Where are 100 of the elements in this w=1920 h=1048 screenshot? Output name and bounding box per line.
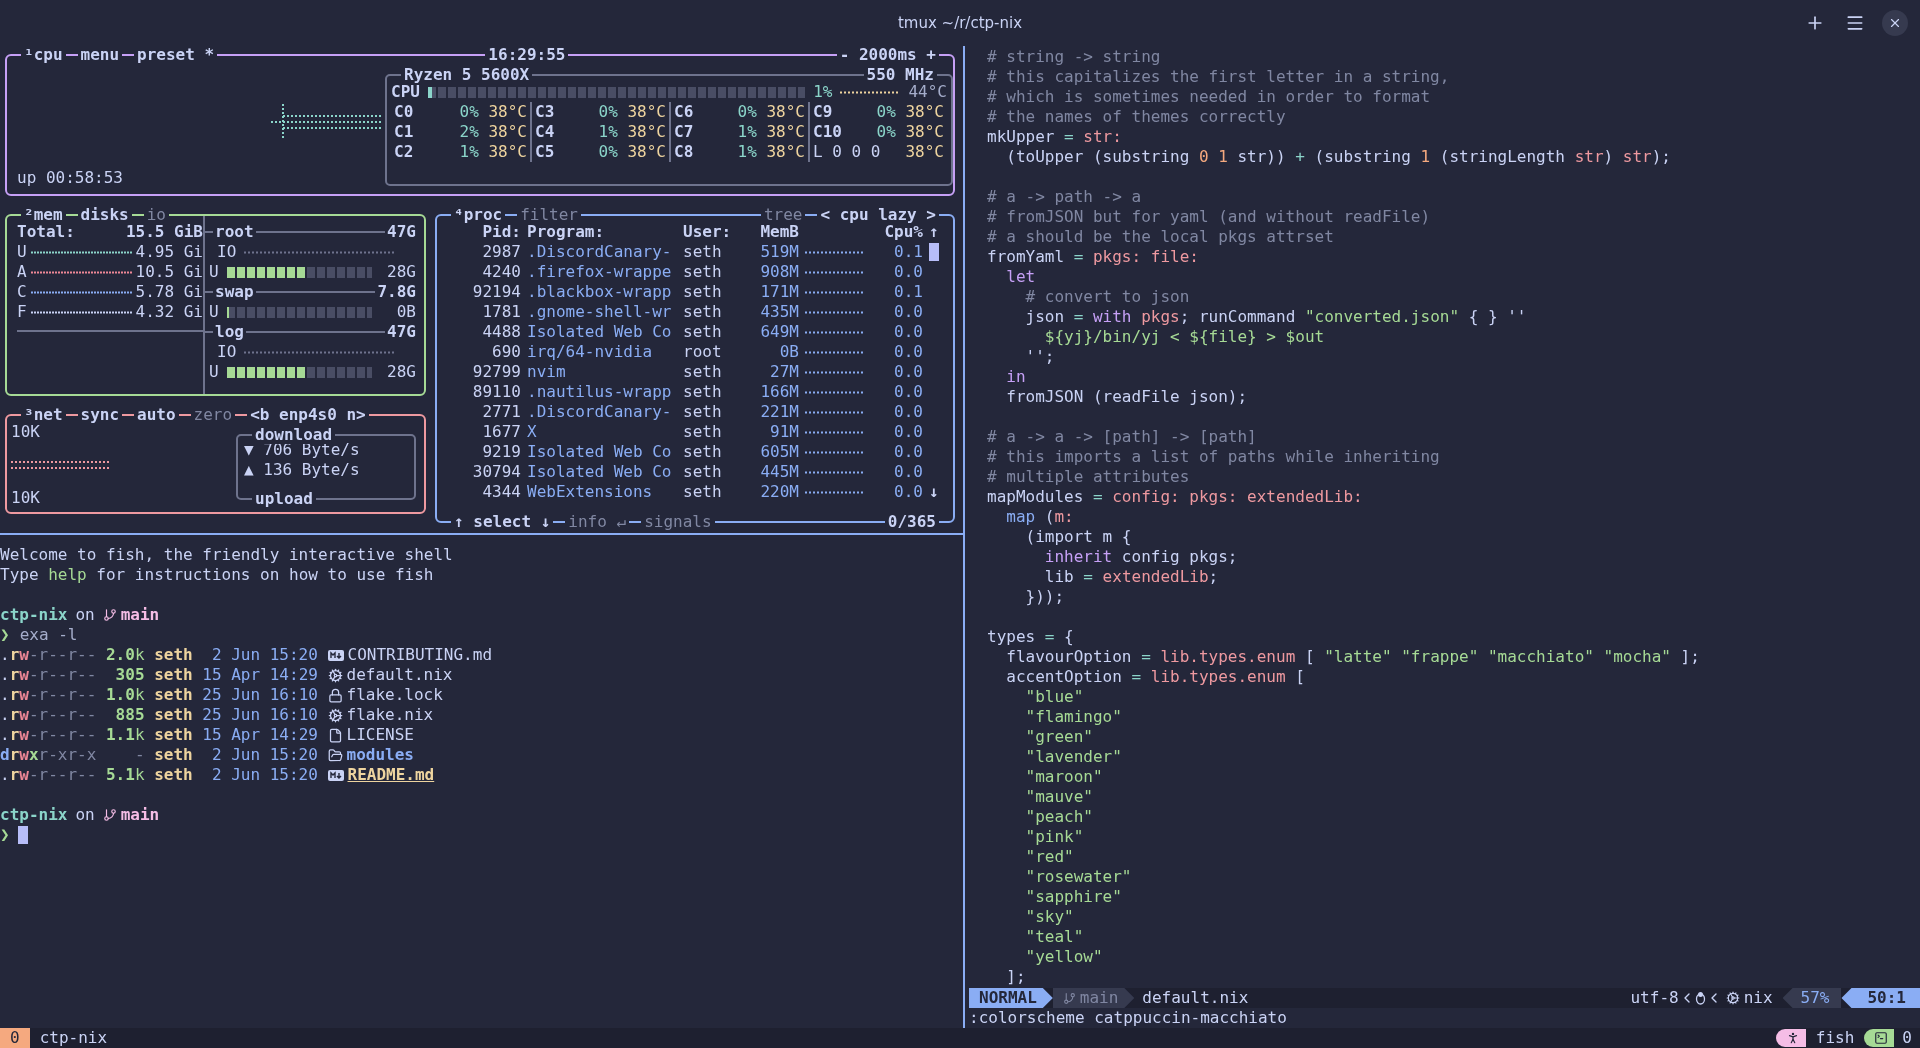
process-memory: 435M: [759, 302, 799, 322]
file-name: LICENSE: [346, 725, 414, 745]
code-line: # this imports a list of paths while inheriting: [987, 447, 1441, 467]
process-name: Isolated Web Co: [527, 462, 673, 482]
process-graph: [805, 350, 865, 354]
core-label: C9: [813, 102, 834, 122]
disk-used-label: U: [209, 362, 219, 382]
column-header[interactable]: Program:: [527, 222, 677, 242]
code-line: "teal": [1024, 927, 1085, 947]
process-pid: 690: [491, 342, 521, 362]
panel-label[interactable]: < cpu lazy >: [817, 205, 939, 225]
panel-label[interactable]: signals: [641, 512, 715, 532]
process-name: irq/64-nvidia: [527, 342, 654, 362]
io-label: IO: [217, 342, 237, 362]
process-pid: 4240: [481, 262, 521, 282]
column-header[interactable]: User:: [683, 222, 741, 242]
column-header[interactable]: Pid:: [445, 222, 521, 242]
panel-label[interactable]: preset *: [134, 45, 218, 65]
disk-size: 47G: [387, 322, 416, 342]
file-name: README.md: [347, 765, 435, 785]
code-line: # a -> a -> [path] -> [path]: [987, 427, 1258, 447]
cpu-total-graph: [840, 90, 901, 94]
process-name: .DiscordCanary-: [527, 242, 673, 262]
core-temperature: 38°C: [765, 102, 805, 122]
memory-label: C: [17, 282, 27, 302]
scroll-up-arrow[interactable]: ↑: [929, 222, 943, 242]
core-temperature: 38°C: [904, 122, 944, 142]
process-pid: 1781: [481, 302, 521, 322]
close-button[interactable]: [1882, 10, 1908, 36]
process-graph: [805, 470, 865, 474]
core-percent: 0%: [875, 102, 896, 122]
cpu-model: Ryzen 5 5600X: [401, 65, 533, 85]
core-temperature: 38°C: [626, 102, 666, 122]
file-size: 1.0k: [104, 685, 145, 705]
gear-icon: [327, 707, 343, 723]
memory-label: U: [17, 242, 27, 262]
process-memory: 519M: [759, 242, 799, 262]
panel-label[interactable]: <b enp4s0 n>: [247, 405, 369, 425]
process-name: .firefox-wrappe: [527, 262, 673, 282]
core-temperature: 38°C: [487, 102, 527, 122]
close-icon: [1888, 16, 1902, 30]
process-user: seth: [683, 242, 723, 262]
process-cpu: 0.0: [893, 422, 923, 442]
core-percent: 1%: [736, 142, 757, 162]
core-label: C8: [674, 142, 695, 162]
process-memory: 171M: [759, 282, 799, 302]
scrollbar-thumb[interactable]: [929, 243, 939, 261]
process-memory: 91M: [769, 422, 799, 442]
process-cpu: 0.0: [893, 342, 923, 362]
code-line: # fromJSON but for yaml (and without readFile): [987, 207, 1432, 227]
scroll-down-arrow[interactable]: ↓: [929, 482, 943, 502]
core-label: C5: [535, 142, 556, 162]
gear-icon: [327, 667, 343, 683]
code-line: lib = extendedLib;: [1043, 567, 1220, 587]
process-name: WebExtensions: [527, 482, 654, 502]
code-line: fromYaml = pkgs: file:: [987, 247, 1200, 267]
process-user: seth: [683, 302, 723, 322]
window-name[interactable]: ctp-nix: [39, 1028, 108, 1048]
code-line: # string -> string: [987, 47, 1162, 67]
process-cpu: 0.0: [893, 442, 923, 462]
process-graph: [805, 430, 865, 434]
disk-size: 47G: [387, 222, 416, 242]
file-permissions: .rw-r--r--: [0, 725, 97, 745]
file-date: 2 Jun 15:20: [210, 645, 318, 665]
process-cpu: 0.0: [893, 262, 923, 282]
disk-used-label: U: [209, 262, 219, 282]
process-cpu: 0.0: [893, 382, 923, 402]
disk-size: 7.8G: [377, 282, 416, 302]
file-date: 15 Apr 14:29: [201, 725, 318, 745]
column-header[interactable]: MemB: [747, 222, 799, 242]
process-memory: 221M: [759, 402, 799, 422]
markdown-icon: [327, 769, 344, 781]
lock-icon: [327, 687, 343, 703]
folder-icon: [327, 747, 343, 763]
process-graph: [805, 250, 865, 254]
process-graph: [805, 330, 865, 334]
column-header[interactable]: Cpu%: [883, 222, 923, 242]
process-pid: 92799: [471, 362, 521, 382]
file-name: default.nix: [1142, 988, 1249, 1008]
file-size: 1.1k: [104, 725, 145, 745]
process-pid: 89110: [471, 382, 521, 402]
process-user: seth: [683, 322, 723, 342]
code-line: "sky": [1024, 907, 1075, 927]
core-temperature: 38°C: [765, 142, 805, 162]
file-size: 885: [114, 705, 145, 725]
command-line: :colorscheme catppuccin-macchiato: [968, 1008, 1288, 1028]
process-pid: 4344: [481, 482, 521, 502]
file-permissions: .rw-r--r--: [0, 705, 97, 725]
process-memory: 220M: [759, 482, 799, 502]
prompt-text: on: [75, 805, 95, 825]
terminal-icon: [1874, 1031, 1889, 1045]
code-line: "red": [1024, 847, 1075, 867]
window-index[interactable]: 0: [0, 1028, 30, 1048]
process-name: .DiscordCanary-: [527, 402, 673, 422]
file-date: 25 Jun 16:10: [201, 685, 318, 705]
code-line: json = with pkgs; runCommand "converted.json" { } '': [1024, 307, 1528, 327]
disk-name: log: [215, 322, 244, 342]
core-temperature: 38°C: [765, 122, 805, 142]
disk-name: swap: [215, 282, 254, 302]
code-line: }));: [1024, 587, 1066, 607]
